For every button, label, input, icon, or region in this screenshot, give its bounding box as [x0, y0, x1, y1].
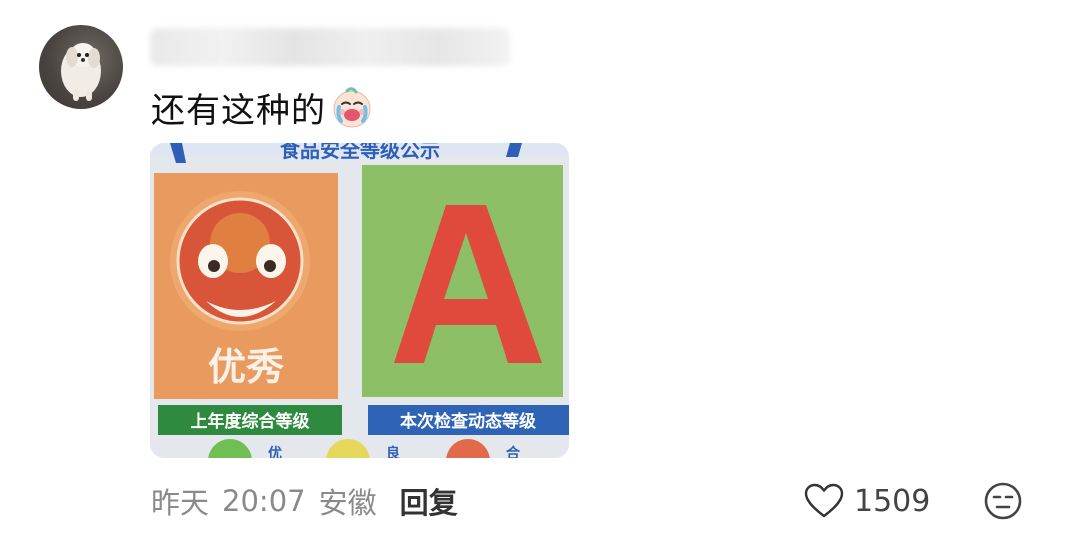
comment-body: 还有这种的	[151, 90, 326, 131]
reply-button[interactable]: 回复	[400, 480, 458, 522]
left-card-word: 优秀	[208, 345, 284, 389]
comment-item: 还有这种的 食品安全等级公示 优秀 上年度综合等级 A 本次检查动态等级 优 良…	[0, 0, 1080, 535]
like-count: 1509	[854, 483, 931, 519]
comment-photo[interactable]: 食品安全等级公示 优秀 上年度综合等级 A 本次检查动态等级 优 良 合	[150, 143, 569, 458]
dog-avatar-image	[61, 43, 101, 101]
comment-date: 昨天	[151, 486, 210, 520]
bottom-fragment-2: 良	[386, 445, 400, 458]
neutral-face-icon	[984, 482, 1022, 520]
food-safety-grade-sign: 食品安全等级公示 优秀 上年度综合等级 A 本次检查动态等级 优 良 合	[150, 143, 569, 458]
bottom-fragment-3: 合	[506, 445, 521, 458]
right-card-letter: A	[150, 143, 151, 144]
username-blurred[interactable]	[150, 28, 510, 66]
crying-face-icon	[330, 85, 374, 129]
avatar[interactable]	[39, 25, 123, 109]
comment-location: 安徽	[318, 486, 377, 520]
comment-time: 20:07	[222, 484, 306, 518]
reaction-button[interactable]	[983, 481, 1023, 521]
like-button[interactable]: 1509	[804, 478, 930, 524]
bottom-fragment-1: 优	[268, 445, 282, 458]
comment-meta: 昨天 20:07 安徽 回复	[151, 478, 471, 524]
banner-text: 食品安全等级公示	[280, 143, 440, 162]
left-card-label: 上年度综合等级	[191, 411, 310, 432]
heart-outline-icon	[804, 483, 844, 518]
right-card-label: 本次检查动态等级	[400, 411, 536, 432]
comment-text: 还有这种的	[151, 82, 374, 132]
